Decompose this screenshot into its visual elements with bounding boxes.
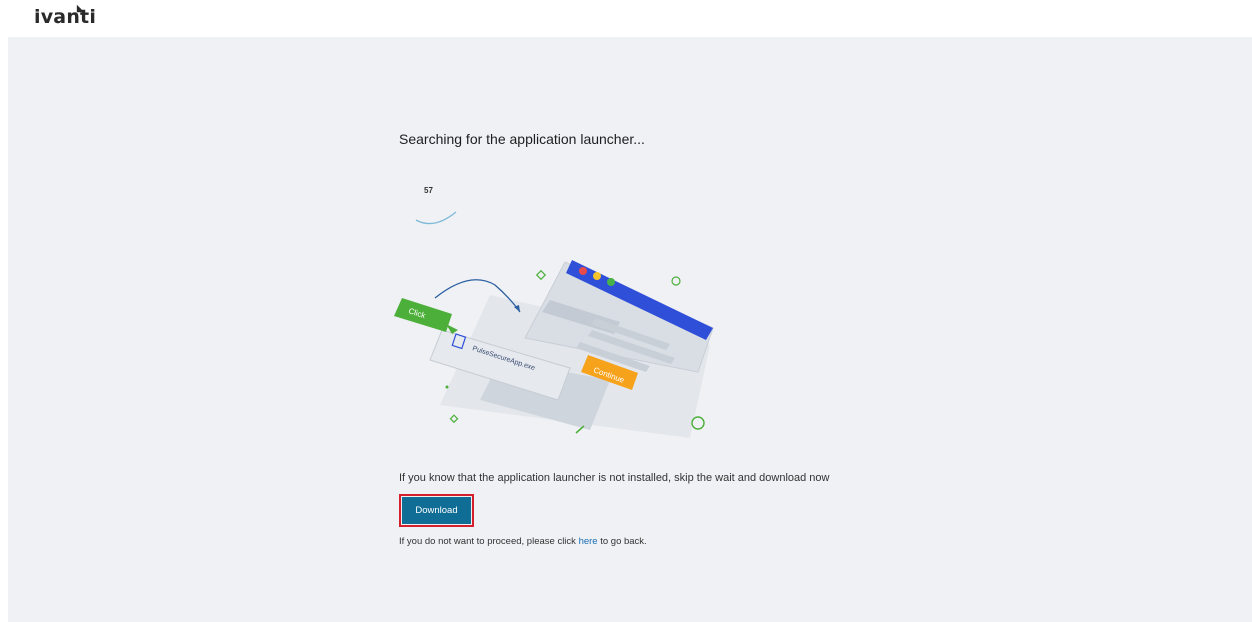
ivanti-logo: ivanti xyxy=(34,6,97,28)
go-back-text: If you do not want to proceed, please cl… xyxy=(399,536,647,547)
launcher-illustration: Continue PulseSecureApp.exe Click xyxy=(394,260,714,438)
page-title: Searching for the application launcher..… xyxy=(399,131,645,147)
top-header: ivanti ◣ xyxy=(0,0,1252,36)
go-back-link[interactable]: here xyxy=(579,536,598,547)
skip-wait-hint: If you know that the application launche… xyxy=(399,472,830,484)
go-back-prefix: If you do not want to proceed, please cl… xyxy=(399,536,579,547)
spinner-icon xyxy=(415,211,457,225)
spinner-countdown: 57 xyxy=(424,186,433,195)
logo-mark-icon: ◣ xyxy=(77,3,84,13)
download-button[interactable]: Download xyxy=(402,497,471,524)
go-back-suffix: to go back. xyxy=(597,536,647,547)
